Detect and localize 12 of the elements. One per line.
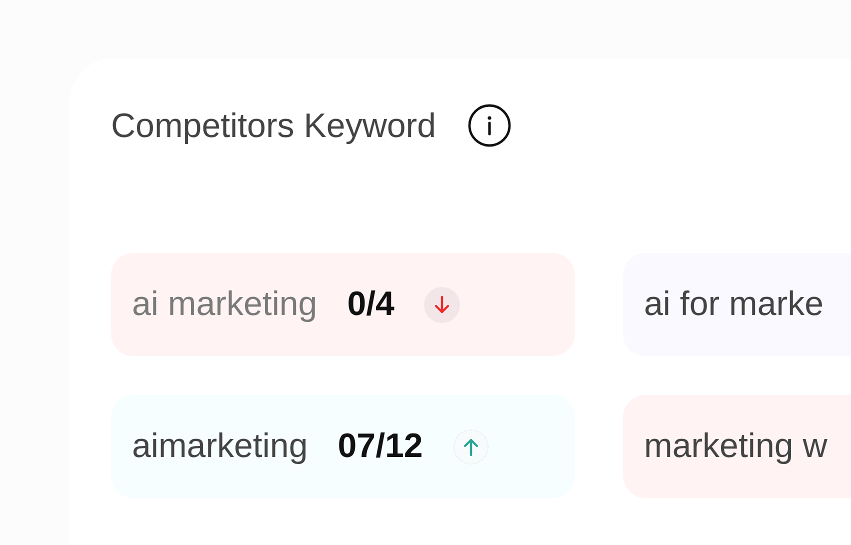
keyword-chip[interactable]: marketing w <box>623 395 851 498</box>
info-icon[interactable] <box>468 104 512 147</box>
keyword-text: ai marketing <box>132 284 318 325</box>
keyword-chip[interactable]: ai for marke <box>623 253 851 356</box>
keyword-text: marketing w <box>644 426 828 467</box>
keyword-chip[interactable]: ai marketing 0/4 <box>111 253 575 356</box>
rank-text: 0/4 <box>347 284 394 325</box>
section-title: Competitors Keyword <box>111 106 436 146</box>
keyword-text: aimarketing <box>132 426 308 467</box>
rank-text: 07/12 <box>338 426 423 467</box>
keyword-text: ai for marke <box>644 284 824 325</box>
keyword-chip[interactable]: aimarketing 07/12 <box>111 395 575 498</box>
